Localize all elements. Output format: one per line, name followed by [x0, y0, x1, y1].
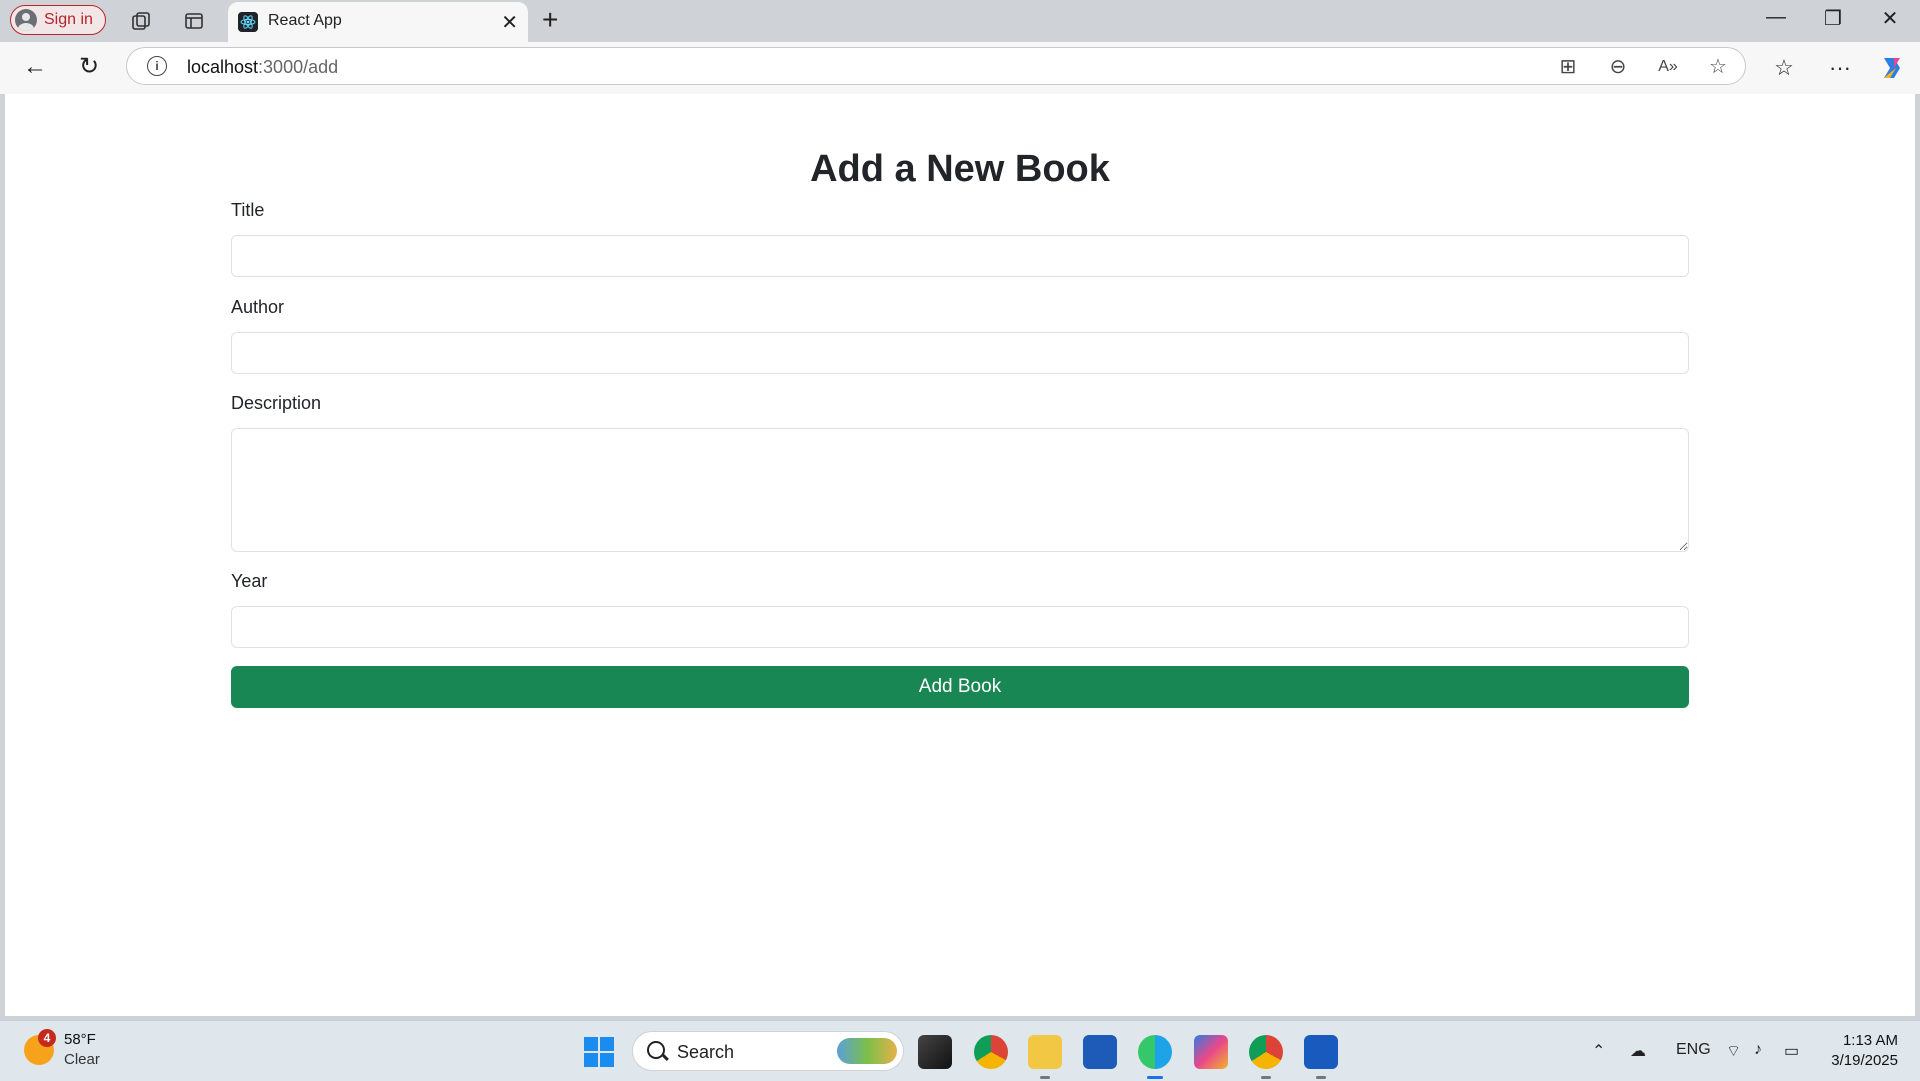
title-input[interactable]: [231, 235, 1689, 277]
browser-titlebar: Sign in React App ✕ + — ❐ ✕: [0, 0, 1920, 42]
favorites-icon[interactable]: ☆: [1770, 54, 1798, 82]
start-icon[interactable]: [584, 1037, 614, 1067]
weather-temp: 58°F: [64, 1031, 96, 1048]
tab-react-app[interactable]: React App ✕: [228, 2, 528, 42]
file-explorer-icon[interactable]: [1028, 1035, 1062, 1079]
weather-badge: 4: [38, 1029, 56, 1047]
year-label: Year: [231, 571, 268, 591]
read-aloud-icon[interactable]: A»: [1657, 56, 1679, 78]
windows-taskbar: 4 58°F Clear Search ⌃ ☁ ENG ⌔ ♪ ▭ 1:13 A…: [0, 1020, 1920, 1081]
new-tab-icon[interactable]: +: [542, 4, 558, 36]
minimize-icon[interactable]: —: [1756, 6, 1796, 29]
more-options-icon[interactable]: ···: [1826, 54, 1854, 82]
title-label: Title: [231, 200, 265, 220]
tab-title: React App: [268, 12, 342, 29]
back-icon[interactable]: ←: [20, 52, 50, 82]
author-label: Author: [231, 297, 285, 317]
chrome-icon[interactable]: [974, 1035, 1008, 1069]
site-info-icon[interactable]: i: [147, 56, 167, 76]
volume-icon[interactable]: ♪: [1754, 1041, 1762, 1059]
address-url: localhost:3000/add: [187, 57, 338, 78]
task-view-icon[interactable]: [918, 1035, 952, 1069]
signin-button[interactable]: Sign in: [10, 5, 106, 35]
copilot-icon[interactable]: [1878, 54, 1906, 82]
address-bar[interactable]: i localhost:3000/add ⊞ ⊖ A» ☆: [126, 47, 1746, 85]
word-icon[interactable]: [1304, 1035, 1338, 1079]
tab-close-icon[interactable]: ✕: [501, 10, 518, 35]
clock-date: 3/19/2025: [1831, 1052, 1898, 1069]
wifi-icon[interactable]: ⌔: [1726, 1041, 1741, 1061]
favorite-star-icon[interactable]: ☆: [1707, 56, 1729, 78]
app-available-icon[interactable]: ⊞: [1557, 56, 1579, 78]
year-input[interactable]: [231, 606, 1689, 648]
taskbar-clock[interactable]: 1:13 AM 3/19/2025: [1831, 1031, 1898, 1071]
clock-time: 1:13 AM: [1842, 1032, 1898, 1049]
zoom-out-icon[interactable]: ⊖: [1607, 56, 1629, 78]
search-highlight-icon: [837, 1038, 897, 1064]
address-path: :3000/add: [258, 57, 339, 77]
window-close-icon[interactable]: ✕: [1870, 6, 1910, 31]
browser-toolbar: ← ↻ i localhost:3000/add ⊞ ⊖ A» ☆ ☆ ···: [0, 42, 1920, 94]
language-indicator[interactable]: ENG: [1676, 1041, 1711, 1059]
profile-icon: [15, 9, 37, 31]
search-icon: [647, 1041, 665, 1059]
weather-condition: Clear: [64, 1051, 100, 1068]
address-host: localhost: [187, 57, 259, 77]
workspaces-icon[interactable]: [130, 10, 152, 32]
taskbar-search[interactable]: Search: [632, 1031, 904, 1071]
battery-icon[interactable]: ▭: [1784, 1041, 1799, 1061]
search-label: Search: [677, 1042, 735, 1062]
chrome-profile-icon[interactable]: [1249, 1035, 1283, 1079]
react-favicon-icon: [238, 12, 258, 32]
description-label: Description: [231, 393, 322, 413]
add-book-button[interactable]: Add Book: [231, 666, 1689, 708]
author-input[interactable]: [231, 332, 1689, 374]
copilot-app-icon[interactable]: [1194, 1035, 1228, 1069]
onedrive-icon[interactable]: ☁: [1630, 1041, 1646, 1061]
edge-icon[interactable]: [1138, 1035, 1172, 1079]
restore-icon[interactable]: ❐: [1813, 6, 1853, 31]
description-textarea[interactable]: [231, 428, 1689, 552]
page-viewport: Add a New Book Title Author Description …: [5, 94, 1915, 1016]
store-icon[interactable]: [1083, 1035, 1117, 1069]
signin-label: Sign in: [44, 11, 93, 28]
page-title: Add a New Book: [810, 148, 1110, 190]
refresh-icon[interactable]: ↻: [74, 52, 104, 82]
show-hidden-icons-icon[interactable]: ⌃: [1592, 1041, 1605, 1061]
tab-actions-icon[interactable]: [183, 10, 205, 32]
